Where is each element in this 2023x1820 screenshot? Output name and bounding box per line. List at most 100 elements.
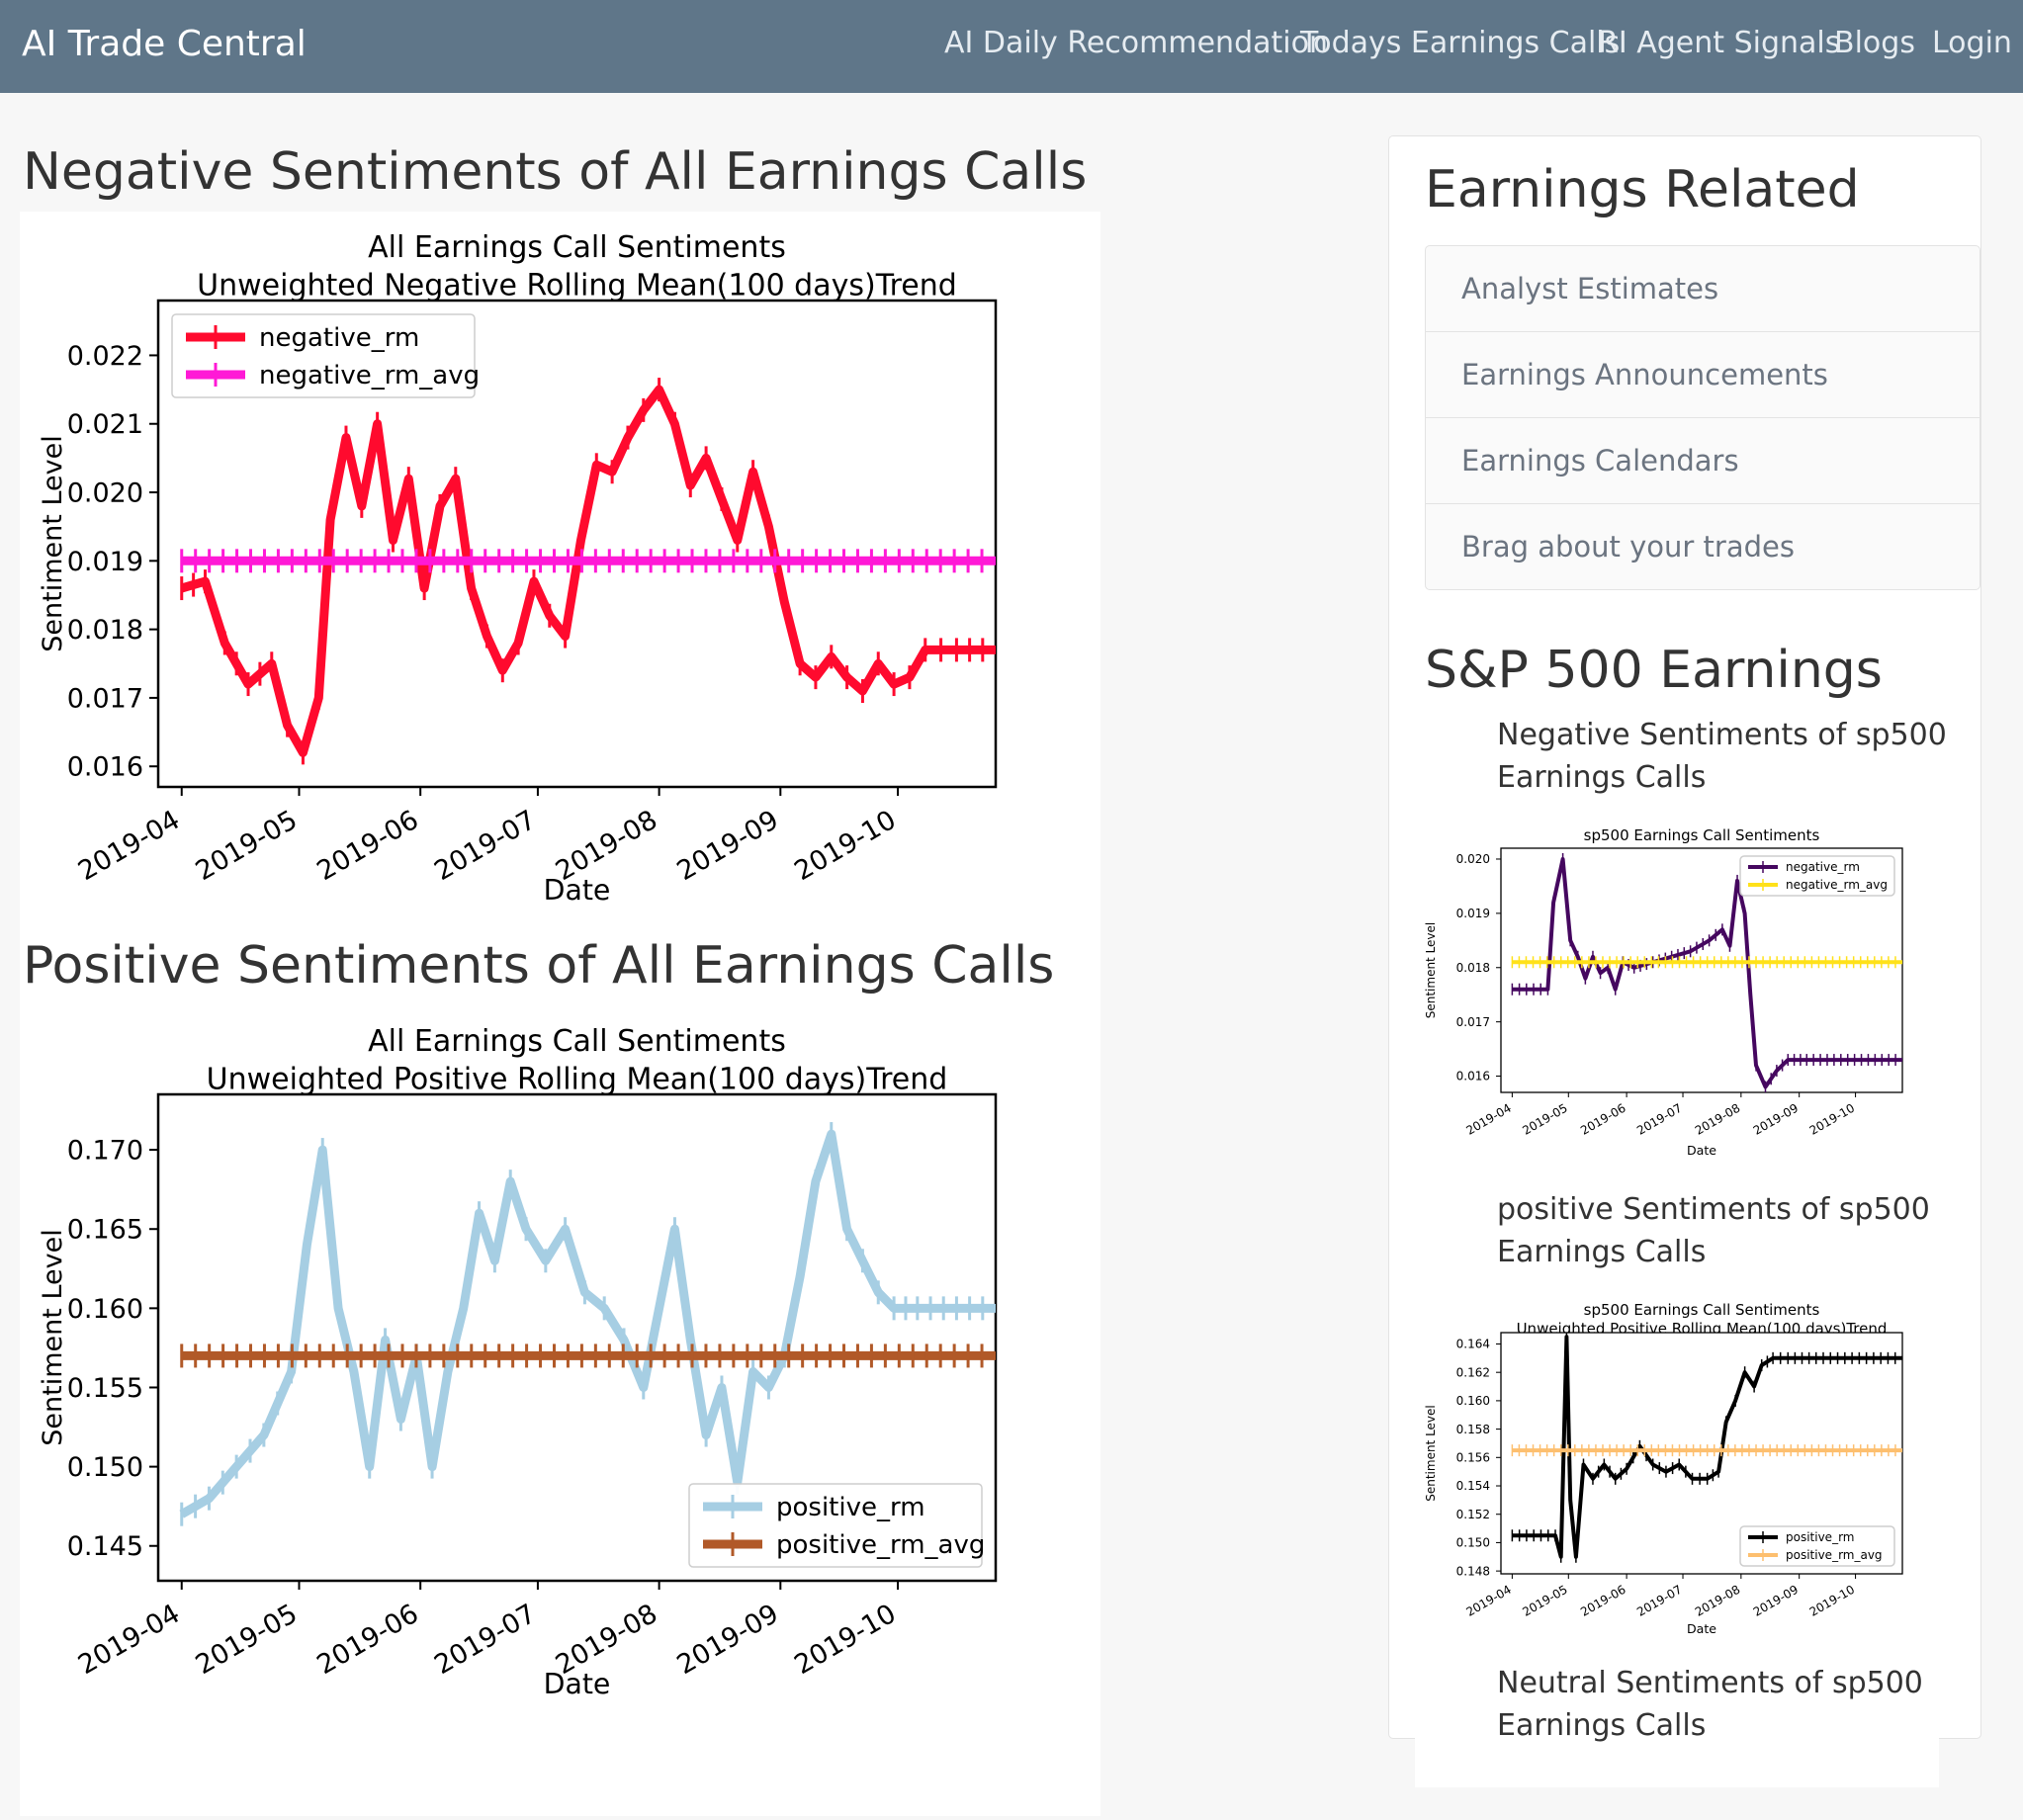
legend-label-positive_rm: positive_rm <box>1786 1530 1854 1544</box>
positive-chart-image: All Earnings Call Sentiments Unweighted P… <box>20 1005 1100 1816</box>
x-tick-label: 2019-04 <box>1463 1101 1513 1138</box>
y-tick-label: 0.016 <box>67 752 143 783</box>
x-tick-label: 2019-05 <box>1520 1583 1569 1619</box>
x-tick-label: 2019-10 <box>1807 1583 1857 1619</box>
x-tick-label: 2019-04 <box>73 1599 185 1681</box>
y-tick-label: 0.158 <box>1456 1423 1490 1436</box>
y-tick-label: 0.020 <box>67 477 143 508</box>
sp500-earnings-title: S&P 500 Earnings <box>1425 641 1883 700</box>
y-tick-label: 0.150 <box>67 1452 143 1483</box>
y-tick-label: 0.019 <box>67 547 143 577</box>
legend-label-negative_rm_avg: negative_rm_avg <box>259 361 480 390</box>
y-axis-label: Sentiment Level <box>1424 922 1438 1019</box>
y-tick-label: 0.160 <box>1456 1394 1490 1408</box>
chart-title-line: Unweighted Positive Rolling Mean(100 day… <box>207 1062 948 1096</box>
x-axis-label: Date <box>1687 1143 1716 1158</box>
legend-label-negative_rm_avg: negative_rm_avg <box>1786 878 1888 892</box>
nav-link-login[interactable]: Login <box>1932 26 2012 60</box>
y-tick-label: 0.016 <box>1456 1070 1490 1083</box>
legend-label-positive_rm: positive_rm <box>776 1493 925 1522</box>
x-axis-label: Date <box>544 1668 611 1700</box>
x-tick-label: 2019-06 <box>1578 1583 1627 1619</box>
chart-legend: positive_rm positive_rm_avg <box>1739 1525 1895 1567</box>
y-tick-label: 0.021 <box>67 409 143 440</box>
x-tick-label: 2019-09 <box>672 1599 784 1681</box>
legend-label-negative_rm: negative_rm <box>1786 860 1860 874</box>
legend-label-positive_rm_avg: positive_rm_avg <box>1786 1548 1883 1562</box>
main-content: Negative Sentiments of All Earnings Call… <box>0 93 1100 1816</box>
x-tick-label: 2019-04 <box>73 805 185 887</box>
chart-legend: positive_rm positive_rm_avg <box>688 1483 985 1568</box>
x-tick-label: 2019-07 <box>429 1599 541 1681</box>
y-tick-label: 0.152 <box>1456 1508 1490 1521</box>
nav-link-ai-daily-recommendation[interactable]: AI Daily Recommendation <box>944 26 1328 60</box>
x-tick-label: 2019-09 <box>1751 1583 1801 1619</box>
x-tick-label: 2019-06 <box>311 805 423 887</box>
y-tick-label: 0.165 <box>67 1215 143 1246</box>
y-tick-label: 0.018 <box>1456 961 1490 975</box>
y-tick-label: 0.018 <box>67 615 143 646</box>
x-tick-label: 2019-05 <box>1520 1101 1569 1138</box>
y-tick-label: 0.017 <box>67 683 143 714</box>
x-axis-label: Date <box>1687 1621 1716 1636</box>
x-tick-label: 2019-06 <box>311 1599 423 1681</box>
nav-link-blogs[interactable]: Blogs <box>1834 26 1915 60</box>
positive-section-title: Positive Sentiments of All Earnings Call… <box>23 936 1055 996</box>
earnings-related-title: Earnings Related <box>1425 160 1860 219</box>
chart-title-line: All Earnings Call Sentiments <box>368 230 786 265</box>
y-tick-label: 0.155 <box>67 1373 143 1404</box>
x-tick-label: 2019-10 <box>1807 1101 1857 1138</box>
x-tick-label: 2019-10 <box>789 805 901 887</box>
y-tick-label: 0.160 <box>67 1294 143 1325</box>
x-tick-label: 2019-05 <box>191 805 303 887</box>
y-tick-label: 0.148 <box>1456 1564 1490 1578</box>
x-tick-label: 2019-05 <box>191 1599 303 1681</box>
y-axis-label: Sentiment Level <box>38 1229 68 1445</box>
chart-title-line: sp500 Earnings Call Sentiments <box>1584 826 1820 844</box>
x-tick-label: 2019-04 <box>1463 1583 1513 1619</box>
nav-link-todays-earnings-calls[interactable]: Todays Earnings Calls <box>1300 26 1620 60</box>
x-tick-label: 2019-10 <box>789 1599 901 1681</box>
x-tick-label: 2019-07 <box>1634 1583 1684 1619</box>
y-tick-label: 0.154 <box>1456 1479 1490 1493</box>
chart-title-line: All Earnings Call Sentiments <box>368 1024 786 1059</box>
y-tick-label: 0.162 <box>1456 1365 1490 1379</box>
y-tick-label: 0.145 <box>67 1531 143 1562</box>
sidebar: Earnings Related Analyst Estimates Earni… <box>1388 135 1981 1787</box>
y-tick-label: 0.150 <box>1456 1536 1490 1550</box>
x-tick-label: 2019-09 <box>1751 1101 1801 1138</box>
positive-sentiment-chart: All Earnings Call SentimentsUnweighted P… <box>38 1024 998 1700</box>
chart-legend: negative_rm negative_rm_avg <box>1739 855 1895 897</box>
y-axis-label: Sentiment Level <box>38 435 68 651</box>
y-axis-label: Sentiment Level <box>1424 1405 1438 1502</box>
link-earnings-calendars[interactable]: Earnings Calendars <box>1426 418 1979 504</box>
chart-title-line: Unweighted Negative Rolling Mean(100 day… <box>197 268 957 303</box>
legend-label-negative_rm: negative_rm <box>259 323 419 353</box>
negative-section-title: Negative Sentiments of All Earnings Call… <box>23 142 1088 202</box>
link-earnings-announcements[interactable]: Earnings Announcements <box>1426 332 1979 418</box>
nav-link-ri-agent-signals[interactable]: RI Agent Signals <box>1598 26 1840 60</box>
y-tick-label: 0.170 <box>67 1136 143 1167</box>
legend-label-positive_rm_avg: positive_rm_avg <box>776 1530 985 1560</box>
sp500-neutral-caption: Neutral Sentiments of sp500 Earnings Cal… <box>1497 1666 1923 1743</box>
x-tick-label: 2019-06 <box>1578 1101 1627 1138</box>
x-tick-label: 2019-08 <box>1693 1583 1742 1619</box>
sp500-positive-caption: positive Sentiments of sp500 Earnings Ca… <box>1497 1192 1930 1269</box>
x-axis-label: Date <box>544 874 611 907</box>
negative-chart-image: All Earnings Call Sentiments Unweighted N… <box>20 212 1100 1022</box>
y-tick-label: 0.164 <box>1456 1338 1490 1351</box>
x-tick-label: 2019-07 <box>429 805 541 887</box>
earnings-links-list: Analyst Estimates Earnings Announcements… <box>1425 245 1980 590</box>
y-tick-label: 0.020 <box>1456 852 1490 866</box>
chart-legend: negative_rm negative_rm_avg <box>171 313 480 398</box>
x-tick-label: 2019-08 <box>1693 1101 1742 1138</box>
brand-logo-link[interactable]: AI Trade Central <box>22 24 307 64</box>
link-brag-about-your-trades[interactable]: Brag about your trades <box>1426 504 1979 589</box>
link-analyst-estimates[interactable]: Analyst Estimates <box>1426 246 1979 332</box>
navbar: AI Trade Central AI Daily Recommendation… <box>0 0 2023 93</box>
sp500-negative-caption: Negative Sentiments of sp500 Earnings Ca… <box>1497 718 1947 795</box>
y-tick-label: 0.156 <box>1456 1451 1490 1465</box>
y-tick-label: 0.017 <box>1456 1015 1490 1029</box>
y-tick-label: 0.022 <box>67 341 143 372</box>
y-tick-label: 0.019 <box>1456 907 1490 920</box>
